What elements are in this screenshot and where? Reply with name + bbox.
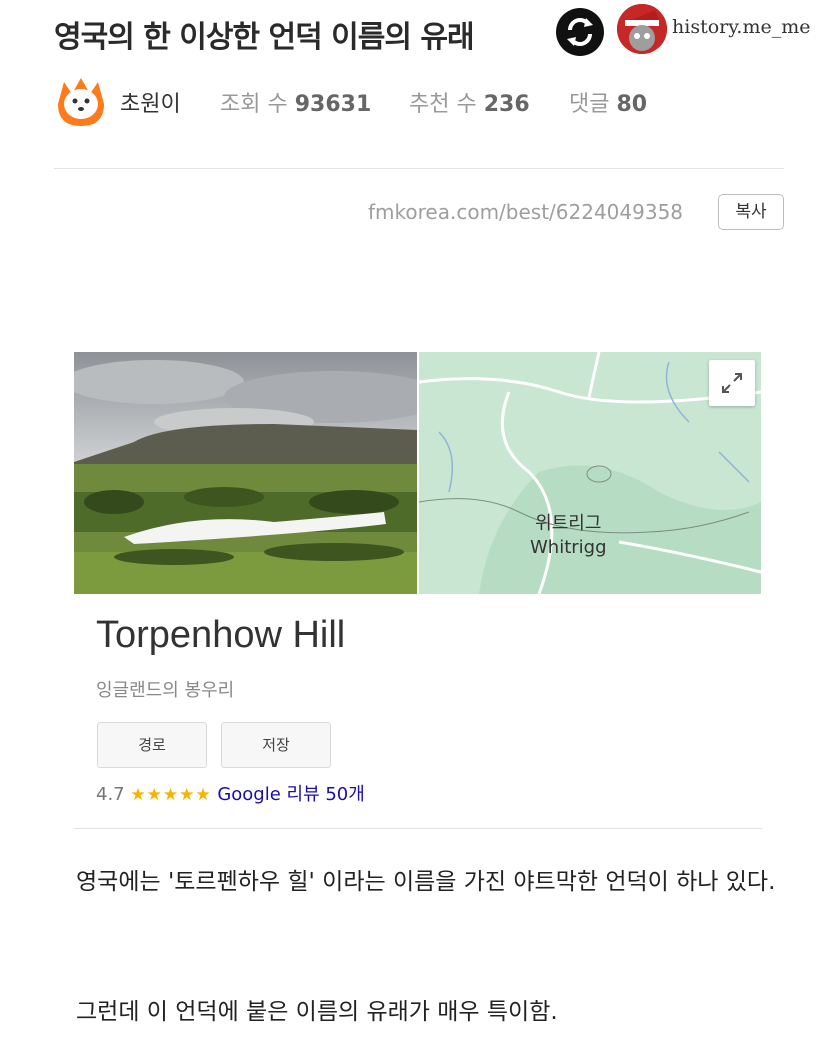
star-icon: ★★★★★ [130, 785, 212, 805]
expand-icon [722, 373, 742, 393]
channel-name[interactable]: history.me_me [672, 16, 811, 38]
comment-count[interactable]: 댓글 80 [569, 86, 647, 118]
place-title: Torpenhow Hill [96, 614, 346, 656]
repost-icon[interactable] [556, 8, 604, 56]
route-button[interactable]: 경로 [97, 722, 207, 768]
card-divider [74, 828, 762, 829]
hill-photo[interactable] [74, 352, 417, 594]
post-url: fmkorea.com/best/6224049358 [368, 200, 684, 224]
rating-row: 4.7 ★★★★★ Google 리뷰 50개 [96, 780, 365, 806]
header-divider [54, 168, 784, 169]
rating-score: 4.7 [96, 784, 125, 805]
channel-avatar[interactable] [617, 4, 667, 54]
post-title: 영국의 한 이상한 언덕 이름의 유래 [54, 20, 475, 55]
place-subtitle: 잉글랜드의 봉우리 [96, 680, 235, 701]
copy-url-button[interactable]: 복사 [718, 194, 784, 230]
author-avatar[interactable] [54, 74, 108, 128]
author-name[interactable]: 초원이 [120, 86, 181, 118]
map-place-label: 위트리그 Whitrigg [530, 513, 607, 558]
body-paragraph: 영국에는 '토르펜하우 힐' 이라는 이름을 가진 야트막한 언덕이 하나 있다… [76, 869, 776, 895]
body-paragraph: 그런데 이 언덕에 붙은 이름의 유래가 매우 특이함. [76, 999, 558, 1025]
recommend-count: 추천 수 236 [409, 92, 530, 117]
save-button[interactable]: 저장 [221, 722, 331, 768]
expand-map-button[interactable] [709, 360, 755, 406]
view-count: 조회 수 93631 [220, 92, 372, 117]
post-meta: 초원이 조회 수 93631 추천 수 236 댓글 80 [54, 74, 774, 126]
google-reviews-link[interactable]: Google 리뷰 50개 [217, 784, 365, 805]
